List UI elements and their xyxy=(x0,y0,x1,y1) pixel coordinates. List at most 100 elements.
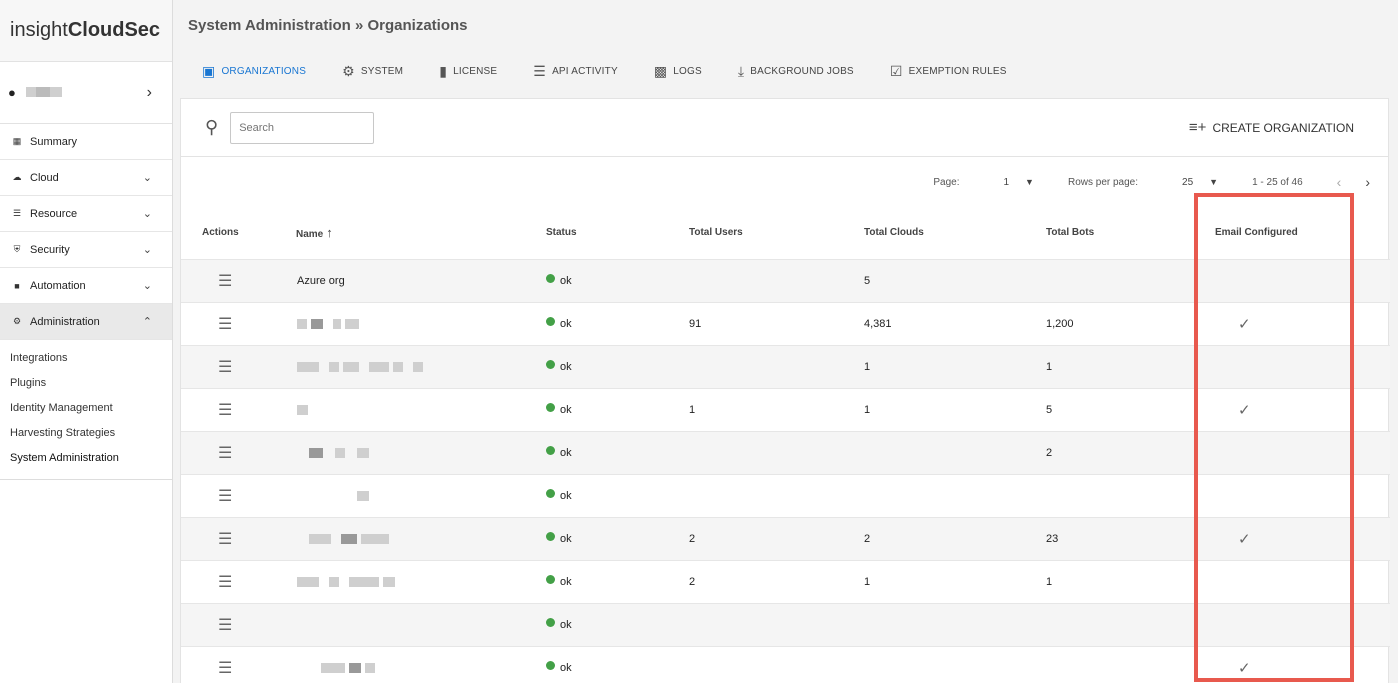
total-users: 1 xyxy=(689,387,864,431)
download-icon: ⤓ xyxy=(737,62,745,79)
table-row: ☰ ok ✓ xyxy=(181,645,1390,683)
search-icon: ⚲ xyxy=(205,117,219,137)
total-bots xyxy=(1046,258,1202,302)
column-header-total-clouds[interactable]: Total Clouds xyxy=(864,207,1046,259)
status-text: ok xyxy=(560,619,572,631)
table-row: ☰ ok 2 xyxy=(181,430,1390,474)
total-users xyxy=(689,602,864,646)
org-name-redacted[interactable] xyxy=(284,344,546,388)
org-name[interactable]: Azure org xyxy=(284,258,546,302)
sidebar-item-label: Administration xyxy=(30,315,100,328)
column-header-status[interactable]: Status xyxy=(546,207,689,259)
subnav-plugins[interactable]: Plugins xyxy=(0,371,172,396)
chevron-down-icon: ⌄ xyxy=(142,280,152,292)
org-name-redacted[interactable] xyxy=(284,645,546,683)
grid-icon: ▦ xyxy=(12,136,22,146)
column-header-total-bots[interactable]: Total Bots xyxy=(1046,207,1202,259)
status-ok-icon xyxy=(546,661,555,671)
total-clouds: 2 xyxy=(864,516,1046,560)
total-users: 2 xyxy=(689,559,864,603)
status-ok-icon xyxy=(546,532,555,541)
org-name[interactable] xyxy=(284,602,546,646)
subnav-system-administration[interactable]: System Administration xyxy=(0,446,172,471)
tab-label: LOGS xyxy=(673,65,702,77)
sidebar-item-security[interactable]: ⛨ Security ⌄ xyxy=(0,232,172,268)
status-text: ok xyxy=(560,447,572,459)
menu-icon[interactable]: ☰ xyxy=(218,271,232,291)
email-configured-cell xyxy=(1202,602,1390,646)
menu-icon[interactable]: ☰ xyxy=(218,615,232,635)
tab-api-activity[interactable]: ☰ API ACTIVITY xyxy=(533,63,618,80)
email-configured-cell xyxy=(1202,473,1390,517)
page-select[interactable]: 1 ▼ xyxy=(993,177,1033,188)
administration-subnav: Integrations Plugins Identity Management… xyxy=(0,340,172,480)
menu-icon[interactable]: ☰ xyxy=(218,572,232,592)
column-header-email-configured[interactable]: Email Configured xyxy=(1202,207,1390,259)
redacted-username xyxy=(25,84,62,102)
org-name-redacted[interactable] xyxy=(284,516,546,560)
tab-organizations[interactable]: ▣ ORGANIZATIONS xyxy=(202,63,306,80)
table-row: ☰ ok xyxy=(181,473,1390,517)
chevron-down-icon: ⌄ xyxy=(142,172,152,184)
menu-icon[interactable]: ☰ xyxy=(218,314,232,334)
user-icon: ● xyxy=(8,85,16,100)
column-header-total-users[interactable]: Total Users xyxy=(689,207,864,259)
column-header-name[interactable]: Name ↑ xyxy=(284,207,546,259)
chevron-down-icon: ⌄ xyxy=(142,244,152,256)
table-toolbar: ⚲ ≡+ CREATE ORGANIZATION xyxy=(181,99,1388,157)
logo-bold-text: CloudSec xyxy=(67,19,161,41)
sidebar-item-resource[interactable]: ☰ Resource ⌄ xyxy=(0,196,172,232)
org-name-redacted[interactable] xyxy=(284,301,546,345)
create-organization-button[interactable]: ≡+ CREATE ORGANIZATION xyxy=(1189,119,1354,136)
total-bots: 2 xyxy=(1046,430,1202,474)
sidebar-item-cloud[interactable]: ☁ Cloud ⌄ xyxy=(0,160,172,196)
app-logo[interactable]: insight CloudSec xyxy=(0,0,172,62)
check-icon: ✓ xyxy=(1238,315,1251,333)
tab-label: API ACTIVITY xyxy=(552,65,618,77)
menu-icon[interactable]: ☰ xyxy=(218,357,232,377)
org-name-redacted[interactable] xyxy=(284,559,546,603)
email-configured-cell: ✓ xyxy=(1202,387,1390,431)
subnav-identity-management[interactable]: Identity Management xyxy=(0,396,172,421)
menu-icon[interactable]: ☰ xyxy=(218,443,232,463)
sidebar-item-administration[interactable]: ⚙ Administration ⌃ xyxy=(0,304,172,340)
rows-per-page-select[interactable]: 25 ▼ xyxy=(1172,177,1218,188)
menu-icon[interactable]: ☰ xyxy=(218,529,232,549)
subnav-harvesting-strategies[interactable]: Harvesting Strategies xyxy=(0,421,172,446)
org-name-redacted[interactable] xyxy=(284,387,546,431)
menu-icon[interactable]: ☰ xyxy=(218,400,232,420)
tab-exemption-rules[interactable]: ☑ EXEMPTION RULES xyxy=(890,63,1007,80)
check-icon: ✓ xyxy=(1238,530,1251,548)
table-row: ☰ ok 2 2 23 ✓ xyxy=(181,516,1390,560)
table-row: ☰ ok 2 1 1 xyxy=(181,559,1390,603)
status-text: ok xyxy=(560,404,572,416)
tab-logs[interactable]: ▩ LOGS xyxy=(654,63,702,80)
email-configured-cell xyxy=(1202,258,1390,302)
briefcase-icon: ▣ xyxy=(202,62,216,79)
org-name-redacted[interactable] xyxy=(284,430,546,474)
sidebar-item-summary[interactable]: ▦ Summary xyxy=(0,124,172,160)
status-ok-icon xyxy=(546,317,555,326)
tab-background-jobs[interactable]: ⤓ BACKGROUND JOBS xyxy=(738,63,854,80)
sidebar-item-label: Security xyxy=(30,243,70,256)
tab-license[interactable]: ▮ LICENSE xyxy=(439,63,497,80)
status-cell: ok xyxy=(546,301,689,345)
sidebar-item-automation[interactable]: ■ Automation ⌄ xyxy=(0,268,172,304)
sidebar-item-label: Automation xyxy=(30,279,86,292)
status-cell: ok xyxy=(546,387,689,431)
email-configured-cell: ✓ xyxy=(1202,301,1390,345)
menu-icon[interactable]: ☰ xyxy=(218,658,232,678)
menu-icon[interactable]: ☰ xyxy=(218,486,232,506)
org-name-redacted[interactable] xyxy=(284,473,546,517)
subnav-integrations[interactable]: Integrations xyxy=(0,346,172,371)
tab-system[interactable]: ⚙ SYSTEM xyxy=(342,63,403,80)
lock-icon: ■ xyxy=(14,280,20,291)
user-menu[interactable]: ● › xyxy=(0,62,172,124)
previous-page-button[interactable]: ‹ xyxy=(1337,174,1342,190)
search-input[interactable] xyxy=(230,111,375,144)
shield-icon: ⛨ xyxy=(13,244,21,254)
email-configured-cell xyxy=(1202,344,1390,388)
sidebar: insight CloudSec ● › ▦ Summary ☁ Cloud ⌄ … xyxy=(0,0,173,683)
next-page-button[interactable]: › xyxy=(1365,174,1370,190)
total-clouds: 4,381 xyxy=(864,301,1046,345)
